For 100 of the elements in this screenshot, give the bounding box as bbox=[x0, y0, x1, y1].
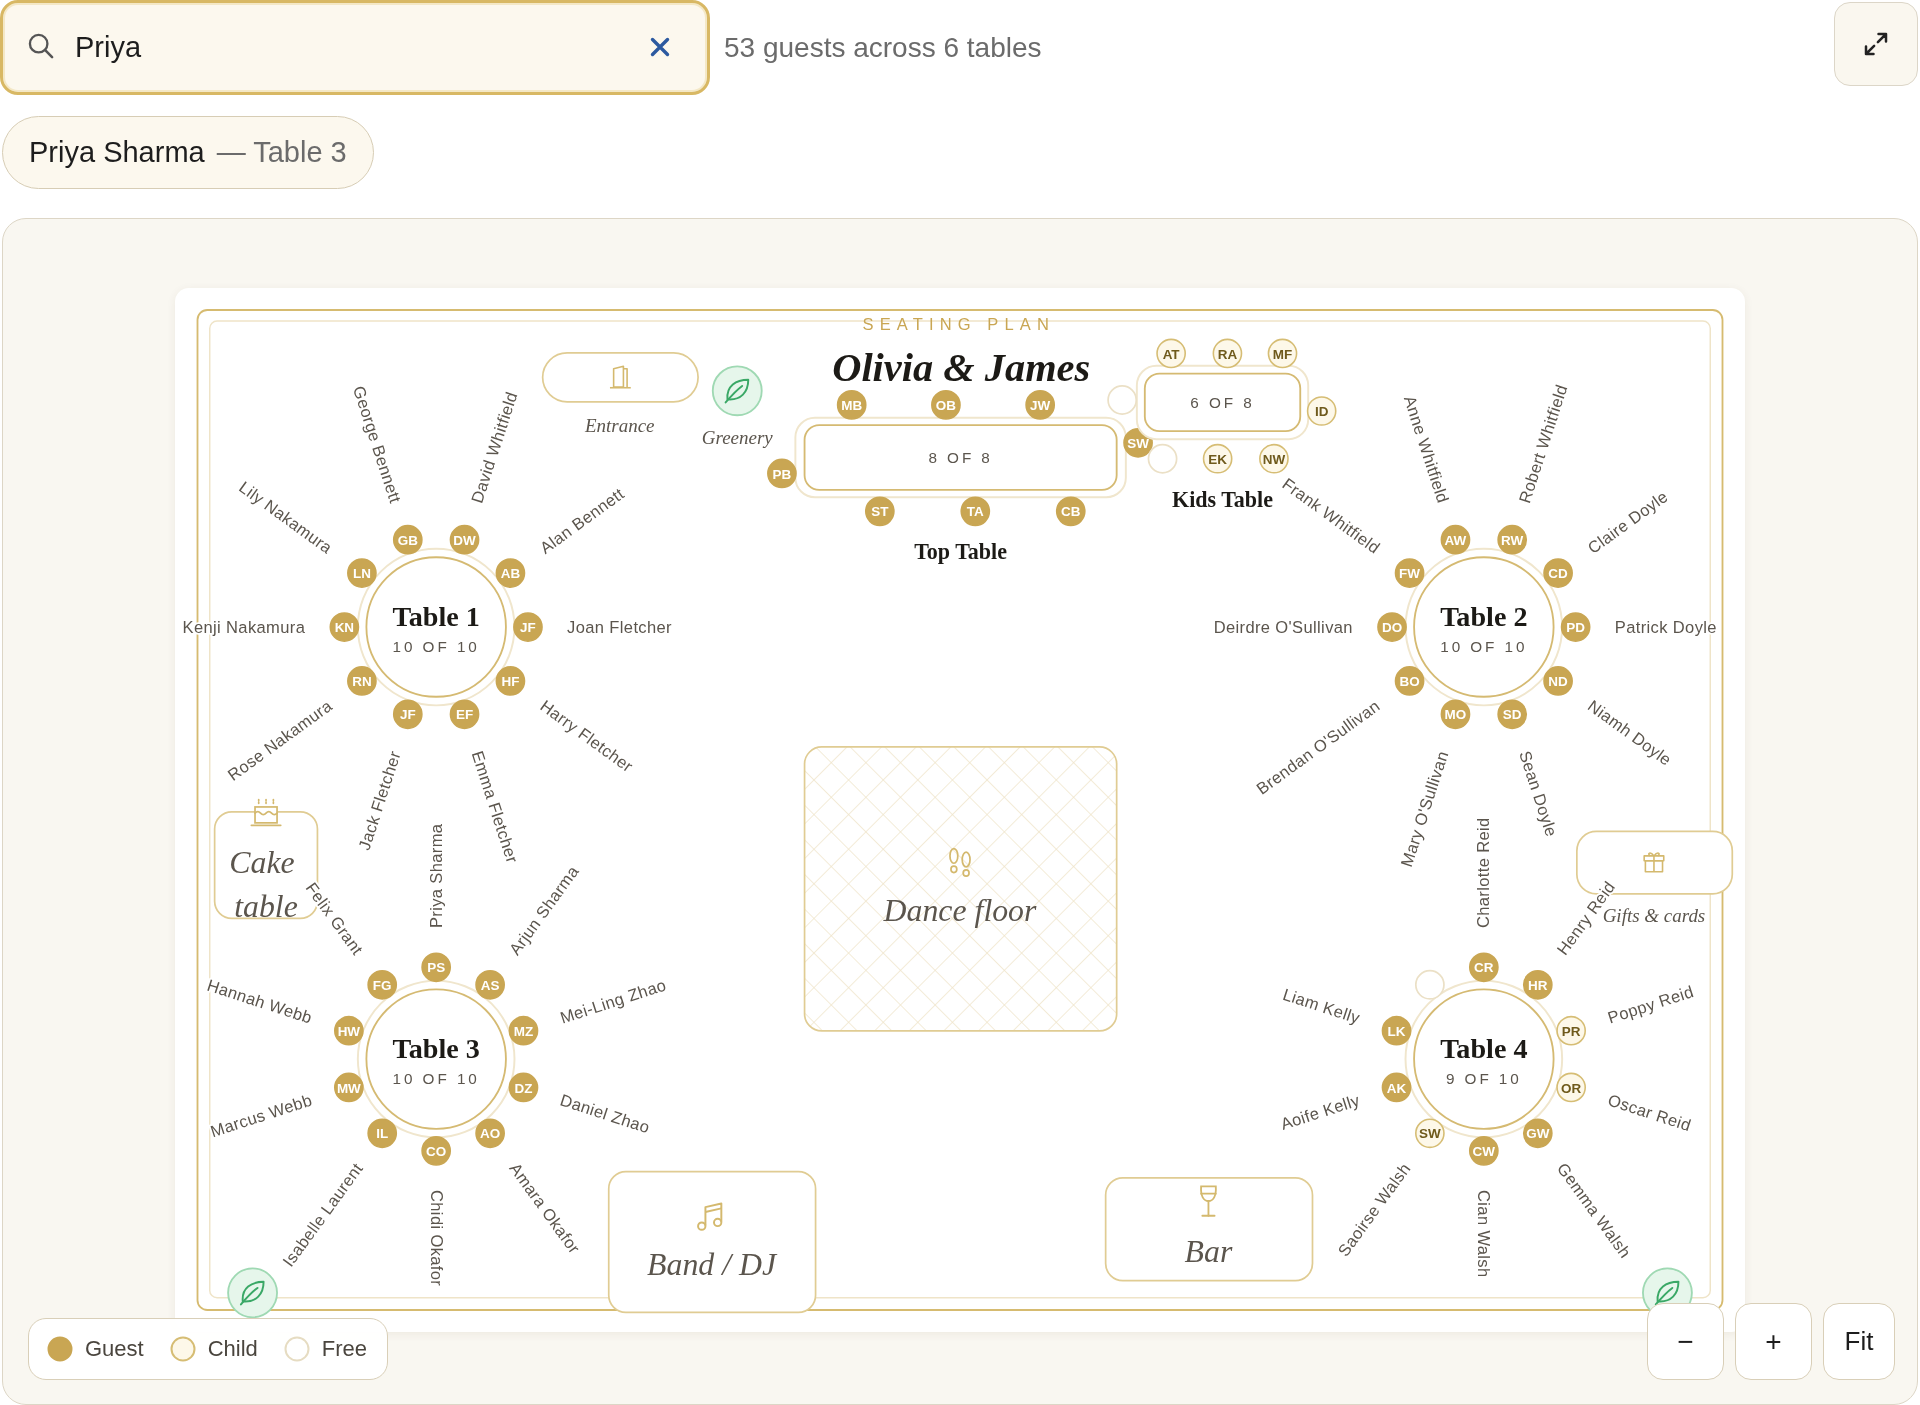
guest-name: Daniel Zhao bbox=[557, 1090, 653, 1138]
guest-seat[interactable]: AO bbox=[475, 1118, 505, 1149]
guest-name: Liam Kelly bbox=[1280, 984, 1363, 1028]
guest-name: Oscar Reid bbox=[1605, 1090, 1694, 1136]
guest-seat[interactable]: DZ bbox=[508, 1072, 539, 1103]
guest-seat[interactable]: JF bbox=[392, 699, 423, 730]
guest-seat[interactable]: ST bbox=[864, 496, 895, 527]
wine-glass-icon bbox=[1200, 1185, 1217, 1217]
legend-label: Guest bbox=[85, 1336, 144, 1362]
guest-seat[interactable]: HF bbox=[495, 666, 526, 696]
rectangular-table[interactable] bbox=[1135, 364, 1310, 441]
area-label: Bar bbox=[1184, 1233, 1233, 1269]
guest-name: Charlotte Reid bbox=[1474, 817, 1494, 929]
child-seat[interactable]: EK bbox=[1202, 443, 1233, 474]
guest-seat[interactable]: JF bbox=[513, 612, 543, 642]
rectangular-table[interactable] bbox=[794, 416, 1127, 499]
seat-count: 8 OF 8 bbox=[928, 449, 993, 466]
guest-seat[interactable]: AK bbox=[1381, 1072, 1412, 1103]
empty-seat-icon[interactable] bbox=[1107, 385, 1138, 415]
guest-seat[interactable]: PS bbox=[421, 952, 452, 983]
guest-seat[interactable]: EF bbox=[449, 699, 480, 730]
guest-seat[interactable]: MB bbox=[836, 390, 867, 420]
guest-seat[interactable]: PB bbox=[767, 458, 797, 489]
search-result[interactable]: Priya Sharma — Table 3 bbox=[2, 116, 374, 189]
table-name: Kids Table bbox=[1172, 487, 1273, 513]
guest-seat[interactable]: PD bbox=[1560, 612, 1591, 642]
guest-seat[interactable]: MO bbox=[1440, 699, 1471, 730]
guest-seat[interactable]: MW bbox=[334, 1072, 364, 1103]
guest-seat[interactable]: BO bbox=[1394, 666, 1425, 696]
table-name: Table 1 bbox=[392, 600, 480, 632]
search-field[interactable]: Priya bbox=[0, 0, 710, 95]
zoom-out-button[interactable]: − bbox=[1647, 1303, 1724, 1380]
seat-count: 10 OF 10 bbox=[1440, 638, 1528, 656]
guest-seat[interactable]: SD bbox=[1497, 699, 1528, 730]
guest-summary: 53 guests across 6 tables bbox=[724, 31, 1042, 64]
guest-seat[interactable]: CW bbox=[1468, 1136, 1499, 1166]
guest-seat[interactable]: RN bbox=[347, 666, 377, 696]
area-label: Entrance bbox=[585, 414, 655, 436]
child-seat[interactable]: NW bbox=[1259, 443, 1289, 474]
guest-seat[interactable]: RW bbox=[1497, 524, 1528, 555]
guest-seat[interactable]: TA bbox=[960, 496, 991, 527]
leaf-icon bbox=[711, 365, 763, 417]
outlined-circle-icon bbox=[169, 1336, 196, 1362]
child-seat[interactable]: MF bbox=[1267, 338, 1298, 369]
guest-seat[interactable]: DO bbox=[1377, 612, 1407, 642]
area-label: Dance floor bbox=[883, 893, 1037, 929]
guest-seat[interactable]: FW bbox=[1394, 558, 1425, 588]
guest-seat[interactable]: JW bbox=[1025, 390, 1056, 420]
child-seat[interactable]: AT bbox=[1156, 338, 1186, 369]
guest-seat[interactable]: MZ bbox=[508, 1015, 539, 1046]
guest-seat[interactable]: HW bbox=[334, 1015, 364, 1046]
empty-seat-icon[interactable] bbox=[1414, 969, 1445, 1000]
child-seat[interactable]: RA bbox=[1212, 338, 1243, 369]
guest-name: Sean Doyle bbox=[1515, 748, 1561, 840]
guest-seat[interactable]: CD bbox=[1543, 558, 1573, 588]
table-name: Top Table bbox=[914, 538, 1008, 564]
guest-seat[interactable]: AB bbox=[495, 558, 526, 588]
guest-seat[interactable]: CB bbox=[1055, 496, 1086, 527]
guest-seat[interactable]: GB bbox=[392, 524, 423, 555]
guest-seat[interactable]: LN bbox=[347, 558, 377, 588]
guest-seat[interactable]: AW bbox=[1440, 524, 1471, 555]
child-seat[interactable]: SW bbox=[1415, 1118, 1445, 1149]
guest-name: Emma Fletcher bbox=[467, 748, 522, 866]
child-seat[interactable]: ID bbox=[1306, 396, 1337, 426]
fit-button[interactable]: Fit bbox=[1823, 1303, 1895, 1380]
guest-seat[interactable]: AS bbox=[475, 969, 505, 1000]
guest-name: Priya Sharma bbox=[426, 823, 446, 929]
child-seat[interactable]: PR bbox=[1556, 1015, 1586, 1046]
guest-seat[interactable]: ND bbox=[1543, 666, 1573, 696]
guest-seat[interactable]: FG bbox=[367, 969, 398, 1000]
footprints-icon bbox=[949, 847, 971, 878]
guest-seat[interactable]: CR bbox=[1468, 952, 1499, 983]
area-label: Greenery bbox=[701, 426, 773, 448]
guest-name: Chidi Okafor bbox=[426, 1190, 446, 1287]
guest-name: Poppy Reid bbox=[1605, 982, 1696, 1028]
guest-seat[interactable]: KN bbox=[329, 612, 360, 642]
gift-icon bbox=[1643, 852, 1665, 873]
fullscreen-button[interactable] bbox=[1834, 2, 1918, 86]
guest-name: Cian Walsh bbox=[1474, 1190, 1494, 1278]
legend-label: Free bbox=[321, 1336, 368, 1362]
area-label: Cake table bbox=[229, 844, 298, 924]
seat-count: 6 OF 8 bbox=[1190, 393, 1255, 411]
guest-seat[interactable]: IL bbox=[367, 1118, 398, 1149]
guest-seat[interactable]: HR bbox=[1522, 969, 1553, 1000]
plan-eyebrow: SEATING PLAN bbox=[862, 315, 1055, 335]
seat-count: 9 OF 10 bbox=[1445, 1070, 1522, 1088]
seat-count: 10 OF 10 bbox=[392, 1070, 480, 1088]
guest-seat[interactable]: CO bbox=[421, 1136, 452, 1166]
search-icon bbox=[27, 32, 55, 60]
empty-circle-icon bbox=[283, 1336, 310, 1362]
guest-seat[interactable]: GW bbox=[1522, 1118, 1553, 1149]
filled-circle-icon bbox=[47, 1336, 73, 1362]
empty-seat-icon[interactable] bbox=[1147, 443, 1178, 474]
guest-seat[interactable]: DW bbox=[449, 524, 480, 555]
zoom-in-button[interactable]: + bbox=[1735, 1303, 1812, 1380]
guest-seat[interactable]: LK bbox=[1381, 1015, 1412, 1046]
child-seat[interactable]: OR bbox=[1556, 1072, 1586, 1103]
door-icon bbox=[609, 365, 632, 389]
guest-seat[interactable]: OB bbox=[931, 390, 961, 420]
legend-label: Child bbox=[207, 1336, 258, 1362]
